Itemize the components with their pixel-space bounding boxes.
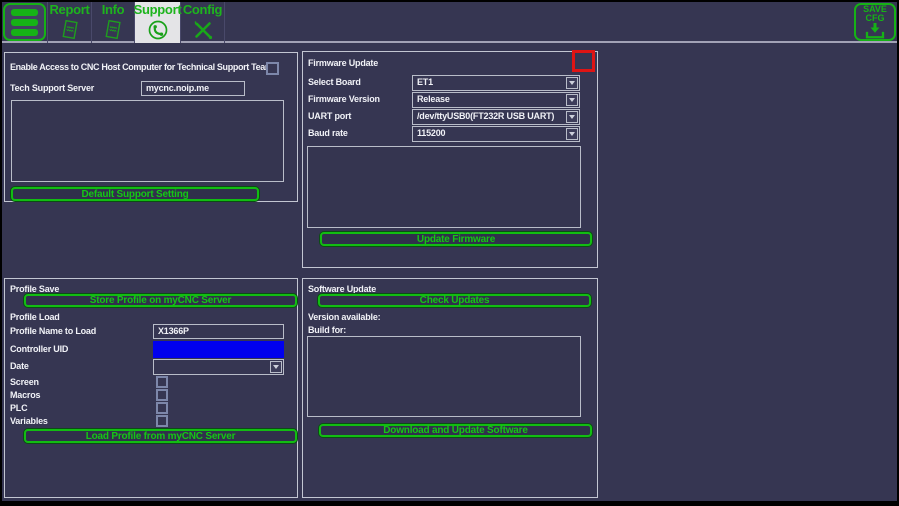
tech-support-server-label: Tech Support Server	[10, 83, 94, 93]
tech-support-panel: Enable Access to CNC Host Computer for T…	[4, 52, 298, 202]
profile-name-input[interactable]: X1366P	[153, 324, 284, 339]
firmware-version-label: Firmware Version	[308, 94, 380, 104]
hamburger-icon	[11, 29, 38, 36]
tab-info[interactable]: Info	[92, 2, 135, 43]
date-value	[154, 360, 269, 374]
app-window: Report Info Support	[0, 0, 899, 506]
profile-name-label: Profile Name to Load	[10, 326, 96, 336]
config-tools-icon	[191, 18, 215, 42]
hamburger-icon	[11, 9, 38, 16]
screen-label: Screen	[10, 377, 39, 387]
tab-support-label: Support	[134, 2, 182, 18]
plc-label: PLC	[10, 403, 27, 413]
support-log-listbox[interactable]	[11, 100, 284, 182]
uart-port-label: UART port	[308, 111, 351, 121]
uart-port-combo[interactable]: /dev/ttyUSB0(FT232R USB UART)	[412, 109, 580, 125]
tab-report[interactable]: Report	[47, 2, 92, 43]
chevron-down-icon[interactable]	[270, 361, 282, 373]
status-indicator-box	[572, 50, 595, 72]
update-firmware-button[interactable]: Update Firmware	[320, 232, 592, 246]
tab-config-label: Config	[183, 2, 222, 18]
download-update-button[interactable]: Download and Update Software	[319, 424, 592, 437]
default-support-setting-button[interactable]: Default Support Setting	[11, 187, 259, 201]
chevron-down-icon[interactable]	[566, 128, 578, 140]
save-download-icon	[862, 23, 888, 39]
main-background: Report Info Support	[2, 2, 897, 501]
software-update-panel: Software Update Check Updates Version av…	[302, 278, 598, 498]
date-label: Date	[10, 361, 29, 371]
info-document-icon	[101, 18, 125, 42]
date-combo[interactable]	[153, 359, 284, 375]
toolbar: Report Info Support	[2, 2, 897, 43]
enable-access-label: Enable Access to CNC Host Computer for T…	[10, 62, 273, 72]
store-profile-button[interactable]: Store Profile on myCNC Server	[24, 294, 297, 307]
tab-support[interactable]: Support	[135, 2, 181, 43]
chevron-down-icon[interactable]	[566, 77, 578, 89]
profile-panel: Profile Save Store Profile on myCNC Serv…	[4, 278, 298, 498]
variables-checkbox[interactable]	[156, 415, 168, 427]
tab-info-label: Info	[102, 2, 125, 18]
baud-rate-combo[interactable]: 115200	[412, 126, 580, 142]
firmware-version-combo[interactable]: Release	[412, 92, 580, 108]
profile-load-title: Profile Load	[10, 312, 60, 322]
hamburger-icon	[11, 19, 38, 26]
save-cfg-button[interactable]: SAVE CFG	[854, 3, 896, 41]
select-board-label: Select Board	[308, 77, 361, 87]
firmware-version-value: Release	[413, 93, 565, 107]
macros-label: Macros	[10, 390, 40, 400]
baud-rate-value: 115200	[413, 127, 565, 141]
software-update-title: Software Update	[308, 284, 376, 294]
plc-checkbox[interactable]	[156, 402, 168, 414]
select-board-value: ET1	[413, 76, 565, 90]
variables-label: Variables	[10, 416, 48, 426]
menu-button[interactable]	[3, 3, 46, 41]
tab-config[interactable]: Config	[181, 2, 225, 43]
uart-port-value: /dev/ttyUSB0(FT232R USB UART)	[413, 110, 565, 124]
check-updates-button[interactable]: Check Updates	[318, 294, 591, 307]
version-available-label: Version available:	[308, 312, 380, 322]
tab-report-label: Report	[49, 2, 89, 18]
report-document-icon	[58, 18, 82, 42]
select-board-combo[interactable]: ET1	[412, 75, 580, 91]
chevron-down-icon[interactable]	[566, 111, 578, 123]
software-update-listbox[interactable]	[307, 336, 581, 417]
screen-checkbox[interactable]	[156, 376, 168, 388]
load-profile-button[interactable]: Load Profile from myCNC Server	[24, 429, 297, 443]
save-cfg-label-line2: CFG	[866, 14, 885, 23]
chevron-down-icon[interactable]	[566, 94, 578, 106]
macros-checkbox[interactable]	[156, 389, 168, 401]
firmware-log-listbox[interactable]	[307, 146, 581, 228]
controller-uid-label: Controller UID	[10, 344, 68, 354]
profile-save-title: Profile Save	[10, 284, 59, 294]
tech-support-server-input[interactable]: mycnc.noip.me	[141, 81, 245, 96]
enable-access-checkbox[interactable]	[266, 62, 279, 75]
controller-uid-field[interactable]	[153, 341, 284, 358]
support-phone-icon	[146, 18, 170, 42]
firmware-update-title: Firmware Update	[308, 58, 378, 68]
build-for-label: Build for:	[308, 325, 346, 335]
baud-rate-label: Baud rate	[308, 128, 348, 138]
firmware-update-panel: Firmware Update Select Board ET1 Firmwar…	[302, 51, 598, 268]
